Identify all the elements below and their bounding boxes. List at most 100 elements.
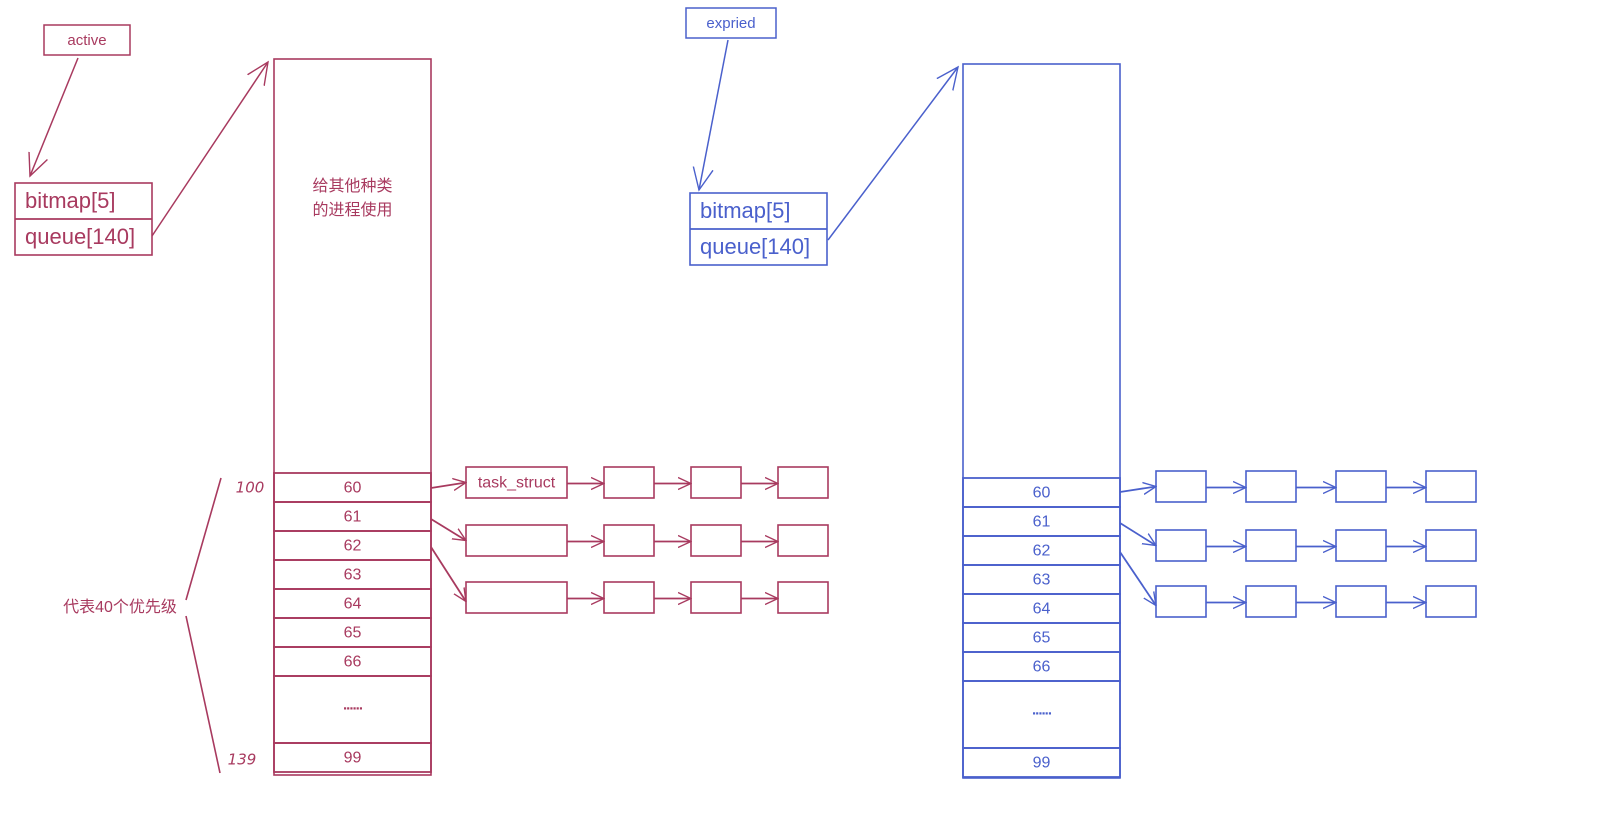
slot-priority-label: 99 [344, 750, 362, 767]
task-node [777, 466, 829, 499]
task-node-box [603, 466, 655, 499]
slot-to-task-arrow [1119, 487, 1156, 493]
label-pointer-arrow [30, 57, 79, 176]
task-node-box [1245, 529, 1297, 562]
queue-slot: ...... [962, 680, 1121, 749]
active-prio-array-struct: bitmap[5] queue[140] [14, 182, 153, 256]
slot-priority-label: 62 [1033, 543, 1051, 560]
task-node [690, 466, 742, 499]
task-node-box [690, 524, 742, 557]
slot-to-task-arrow [1119, 551, 1156, 606]
queue-slot: 63 [962, 564, 1121, 595]
task-node [777, 524, 829, 557]
slot-to-task-arrow [430, 546, 466, 602]
task-list-chain [1119, 470, 1477, 503]
label-text: active [67, 32, 106, 49]
slot-priority-label: 62 [344, 538, 362, 555]
slot-priority-label: 61 [344, 509, 362, 526]
task-node [1245, 585, 1297, 618]
queue-pointer-arrow [827, 67, 958, 241]
queue-slot: 66 [962, 651, 1121, 682]
queue-slot: 62 [962, 535, 1121, 566]
task-node [1245, 529, 1297, 562]
task-node-box [777, 466, 829, 499]
expired-pointer-label: expried [685, 7, 777, 39]
queue-slot: 64 [962, 593, 1121, 624]
task-node [1155, 470, 1207, 503]
slot-priority-label: 63 [344, 567, 362, 584]
task-node-box [1155, 470, 1207, 503]
slot-to-task-arrow [430, 483, 466, 489]
slot-priority-label: 64 [1033, 601, 1051, 618]
slot-to-task-arrow [1119, 522, 1156, 546]
slot-priority-label: 60 [1033, 485, 1051, 502]
queue-slot: 99 [273, 742, 432, 773]
range-start-label: 100 [236, 479, 265, 497]
slot-priority-label: 65 [1033, 630, 1051, 647]
task-node-box [1155, 585, 1207, 618]
queue-slot: 61 [962, 506, 1121, 537]
label-pointer-arrow [699, 39, 729, 190]
task-node-box [603, 581, 655, 614]
queue-slot: 60 [273, 472, 432, 503]
reserved-range-note: 给其他种类 [312, 177, 392, 195]
task-list-chain [430, 546, 829, 614]
struct-field-queue: queue[140] [700, 234, 810, 259]
task-node [1155, 529, 1207, 562]
expired-queue-array: 60 61 62 63 64 65 66...... 99 [962, 63, 1121, 779]
task-node [603, 466, 655, 499]
task-node [1425, 529, 1477, 562]
task-list-chain: task_struct [430, 466, 829, 499]
task-struct-node: task_struct [465, 466, 568, 499]
task-list-chain [430, 518, 829, 557]
task-node [465, 581, 568, 614]
priority-range-annotation: 100 139 代表40个优先级 [63, 477, 265, 774]
task-node-box [1335, 529, 1387, 562]
queue-slot: 63 [273, 559, 432, 590]
slot-priority-label: 66 [344, 654, 362, 671]
task-node-box [465, 581, 568, 614]
queue-slot: 64 [273, 588, 432, 619]
task-node-box [690, 466, 742, 499]
queue-pointer-arrow [151, 62, 268, 237]
task-node [1335, 585, 1387, 618]
task-node [777, 581, 829, 614]
task-node-box [1155, 529, 1207, 562]
task-node-box [1245, 585, 1297, 618]
ellipsis-text: ...... [1032, 701, 1052, 718]
queue-slot: 99 [962, 747, 1121, 778]
task-node-box [690, 581, 742, 614]
priority-array-diagram: activebitmap[5]queue[140]给其他种类的进程使用60616… [14, 7, 1477, 779]
slot-priority-label: 61 [1033, 514, 1051, 531]
task-node [603, 581, 655, 614]
queue-slot: 60 [962, 477, 1121, 508]
queue-slot: 65 [962, 622, 1121, 653]
task-node-box [465, 524, 568, 557]
task-node-box [1245, 470, 1297, 503]
queue-slot: ...... [273, 675, 432, 744]
range-caption: 代表40个优先级 [63, 598, 177, 616]
queue-slot: 66 [273, 646, 432, 677]
task-list-chain [1119, 522, 1477, 562]
queue-slot: 61 [273, 501, 432, 532]
task-node-box [1425, 585, 1477, 618]
slot-priority-label: 63 [1033, 572, 1051, 589]
task-node-box [1425, 470, 1477, 503]
slot-priority-label: 64 [344, 596, 362, 613]
task-node-label: task_struct [478, 475, 556, 492]
slot-priority-label: 65 [344, 625, 362, 642]
struct-field-bitmap: bitmap[5] [25, 188, 116, 213]
task-node-box [603, 524, 655, 557]
task-node [1425, 470, 1477, 503]
task-node-box [777, 524, 829, 557]
slot-priority-label: 60 [344, 480, 362, 497]
task-node [465, 524, 568, 557]
active-runqueue-panel: active bitmap[5] queue[140] 给其他种类的进程使用 60 61 6… [14, 24, 829, 776]
task-node-box [777, 581, 829, 614]
label-text: expried [706, 15, 755, 32]
task-node [1335, 529, 1387, 562]
task-node-box [1335, 585, 1387, 618]
expired-prio-array-struct: bitmap[5] queue[140] [689, 192, 828, 266]
ellipsis-text: ...... [343, 696, 363, 713]
task-node [1245, 470, 1297, 503]
